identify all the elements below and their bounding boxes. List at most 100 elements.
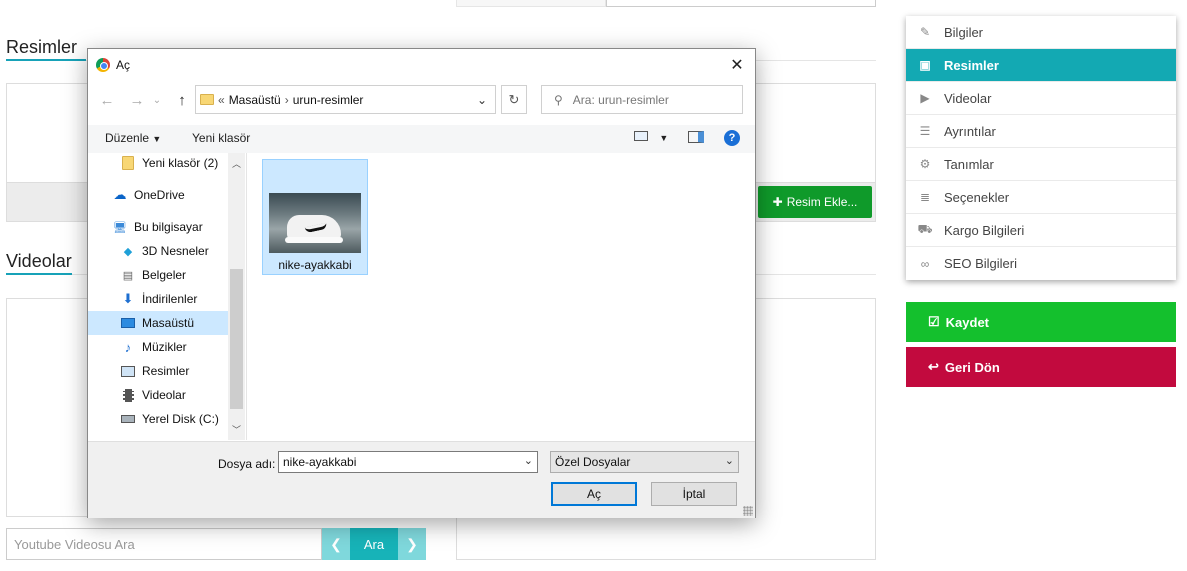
breadcrumb-masaustu[interactable]: Masaüstü — [229, 93, 281, 107]
nav-item-label: Yerel Disk (C:) — [142, 412, 219, 426]
path-overflow: « — [218, 92, 225, 107]
refresh-button[interactable]: ↻ — [501, 85, 527, 114]
nav-item-bu-bilgisayar[interactable]: 🖥 Bu bilgisayar — [88, 215, 228, 239]
nav-item-videolar[interactable]: Videolar — [88, 383, 228, 407]
nav-item-3d-nesneler[interactable]: ◆ 3D Nesneler — [88, 239, 228, 263]
save-button[interactable]: ☑ Kaydet — [906, 302, 1176, 342]
menu-item-kargo-bilgileri[interactable]: ⛟ Kargo Bilgileri — [906, 214, 1176, 247]
next-page-button[interactable]: ❯ — [398, 528, 426, 560]
side-menu: ✎ Bilgiler ▣ Resimler ▶ Videolar ☰ Ayrın… — [906, 16, 1176, 280]
youtube-search-button[interactable]: Ara — [350, 528, 398, 560]
dialog-close-button[interactable]: ✕ — [727, 55, 747, 75]
save-label: Kaydet — [945, 314, 990, 330]
organize-label: Düzenle — [105, 131, 150, 145]
recent-locations-button[interactable]: ⌄ — [146, 89, 168, 111]
forward-nav-button[interactable]: → — [126, 89, 148, 111]
back-nav-button[interactable]: ← — [96, 89, 118, 111]
preview-pane-icon — [688, 131, 704, 143]
drive-icon — [120, 412, 136, 426]
menu-item-videolar[interactable]: ▶ Videolar — [906, 82, 1176, 115]
nav-item-label: Masaüstü — [142, 316, 195, 330]
nav-item-masaustu[interactable]: Masaüstü — [88, 311, 228, 335]
menu-item-ayrintilar[interactable]: ☰ Ayrıntılar — [906, 115, 1176, 148]
view-options-button[interactable]: ▼ — [634, 130, 668, 144]
menu-item-seo-bilgileri[interactable]: ∞ SEO Bilgileri — [906, 247, 1176, 280]
chevron-right-icon: ❯ — [406, 535, 418, 552]
top-field-right[interactable] — [606, 0, 876, 7]
nav-item-label: Videolar — [142, 388, 186, 402]
organize-button[interactable]: Düzenle ▼ — [105, 131, 161, 145]
filename-value: nike-ayakkabi — [283, 455, 357, 469]
youtube-icon: ▶ — [920, 91, 930, 105]
computer-icon: 🖥 — [113, 221, 127, 234]
nav-item-yerel-disk[interactable]: Yerel Disk (C:) — [88, 407, 228, 431]
nav-item-label: Yeni klasör (2) — [142, 156, 219, 170]
pictures-icon — [120, 364, 136, 378]
resimler-accent — [6, 59, 86, 61]
cube-icon: ◆ — [123, 245, 133, 258]
breadcrumb-urun-resimler[interactable]: urun-resimler — [293, 93, 364, 107]
chevron-down-icon[interactable]: ⌄ — [524, 454, 533, 467]
check-square-icon: ☑ — [928, 314, 940, 329]
address-bar[interactable]: « Masaüstü › urun-resimler ⌄ — [195, 85, 496, 114]
gears-icon: ⚙ — [919, 157, 931, 171]
search-icon: ⚲ — [554, 92, 563, 107]
nav-item-muzikler[interactable]: ♪ Müzikler — [88, 335, 228, 359]
top-field-left — [456, 0, 606, 7]
chevron-down-icon[interactable]: ﹀ — [228, 421, 245, 438]
filename-input[interactable]: nike-ayakkabi ⌄ — [278, 451, 538, 473]
reply-icon: ↩ — [928, 359, 939, 374]
resize-grip[interactable] — [743, 506, 753, 516]
menu-item-tanimlar[interactable]: ⚙ Tanımlar — [906, 148, 1176, 181]
menu-item-label: Tanımlar — [944, 156, 994, 172]
prev-page-button[interactable]: ❮ — [322, 528, 350, 560]
add-image-button[interactable]: ✚ Resim Ekle... — [758, 186, 872, 218]
videolar-accent — [6, 273, 72, 275]
nav-item-label: 3D Nesneler — [142, 244, 209, 258]
back-button[interactable]: ↩ Geri Dön — [906, 347, 1176, 387]
menu-item-bilgiler[interactable]: ✎ Bilgiler — [906, 16, 1176, 49]
new-folder-button[interactable]: Yeni klasör — [192, 131, 250, 145]
menu-item-label: SEO Bilgileri — [944, 256, 1017, 271]
chevron-down-icon[interactable]: ⌄ — [477, 93, 487, 107]
close-icon: ✕ — [730, 57, 744, 74]
resimler-section-title: Resimler — [6, 37, 78, 57]
truck-icon: ⛟ — [917, 222, 933, 236]
nav-scrollbar[interactable]: ︿ ﹀ — [228, 153, 245, 440]
nav-item-belgeler[interactable]: ▤ Belgeler — [88, 263, 228, 287]
desktop-icon — [120, 316, 136, 330]
folder-icon — [120, 156, 136, 170]
nav-item-indirilenler[interactable]: ⬇ İndirilenler — [88, 287, 228, 311]
file-item-nike-ayakkabi[interactable]: nike-ayakkabi — [262, 159, 368, 275]
nav-item-label: Belgeler — [142, 268, 187, 282]
chevron-up-icon[interactable]: ︿ — [228, 155, 245, 172]
help-icon[interactable]: ? — [724, 130, 740, 146]
up-folder-button[interactable]: ↑ — [171, 89, 193, 111]
scroll-thumb[interactable] — [230, 269, 243, 409]
preview-pane-button[interactable] — [688, 131, 704, 146]
menu-item-label: Bilgiler — [944, 24, 984, 40]
music-icon: ♪ — [124, 339, 132, 355]
cancel-button[interactable]: İptal — [651, 482, 737, 506]
refresh-icon: ↻ — [508, 91, 520, 107]
file-list: nike-ayakkabi — [246, 153, 755, 440]
youtube-search-input[interactable]: Youtube Videosu Ara — [6, 528, 322, 560]
menu-item-secenekler[interactable]: ≣ Seçenekler — [906, 181, 1176, 214]
open-button[interactable]: Aç — [551, 482, 637, 506]
nav-item-resimler[interactable]: Resimler — [88, 359, 228, 383]
plus-icon: ✚ — [772, 195, 783, 209]
nav-item-label: İndirilenler — [142, 292, 198, 306]
dialog-titlebar[interactable]: Aç — [88, 49, 755, 81]
file-type-select[interactable]: Özel Dosyalar ⌄ — [550, 451, 739, 473]
dialog-title: Aç — [116, 58, 131, 72]
folder-search-placeholder: Ara: urun-resimler — [572, 92, 669, 107]
document-icon: ▤ — [122, 269, 134, 282]
menu-item-resimler[interactable]: ▣ Resimler — [906, 49, 1176, 82]
nav-item-onedrive[interactable]: ☁ OneDrive — [88, 183, 228, 207]
nav-item-yeni-klasor-2[interactable]: Yeni klasör (2) — [88, 153, 228, 175]
menu-item-label: Resimler — [944, 57, 999, 73]
folder-search-input[interactable]: ⚲ Ara: urun-resimler — [541, 85, 743, 114]
file-open-dialog: Aç ✕ ← → ⌄ ↑ « Masaüstü › urun-resimler … — [87, 48, 756, 518]
back-label: Geri Dön — [944, 359, 1000, 375]
view-icon — [634, 131, 648, 141]
